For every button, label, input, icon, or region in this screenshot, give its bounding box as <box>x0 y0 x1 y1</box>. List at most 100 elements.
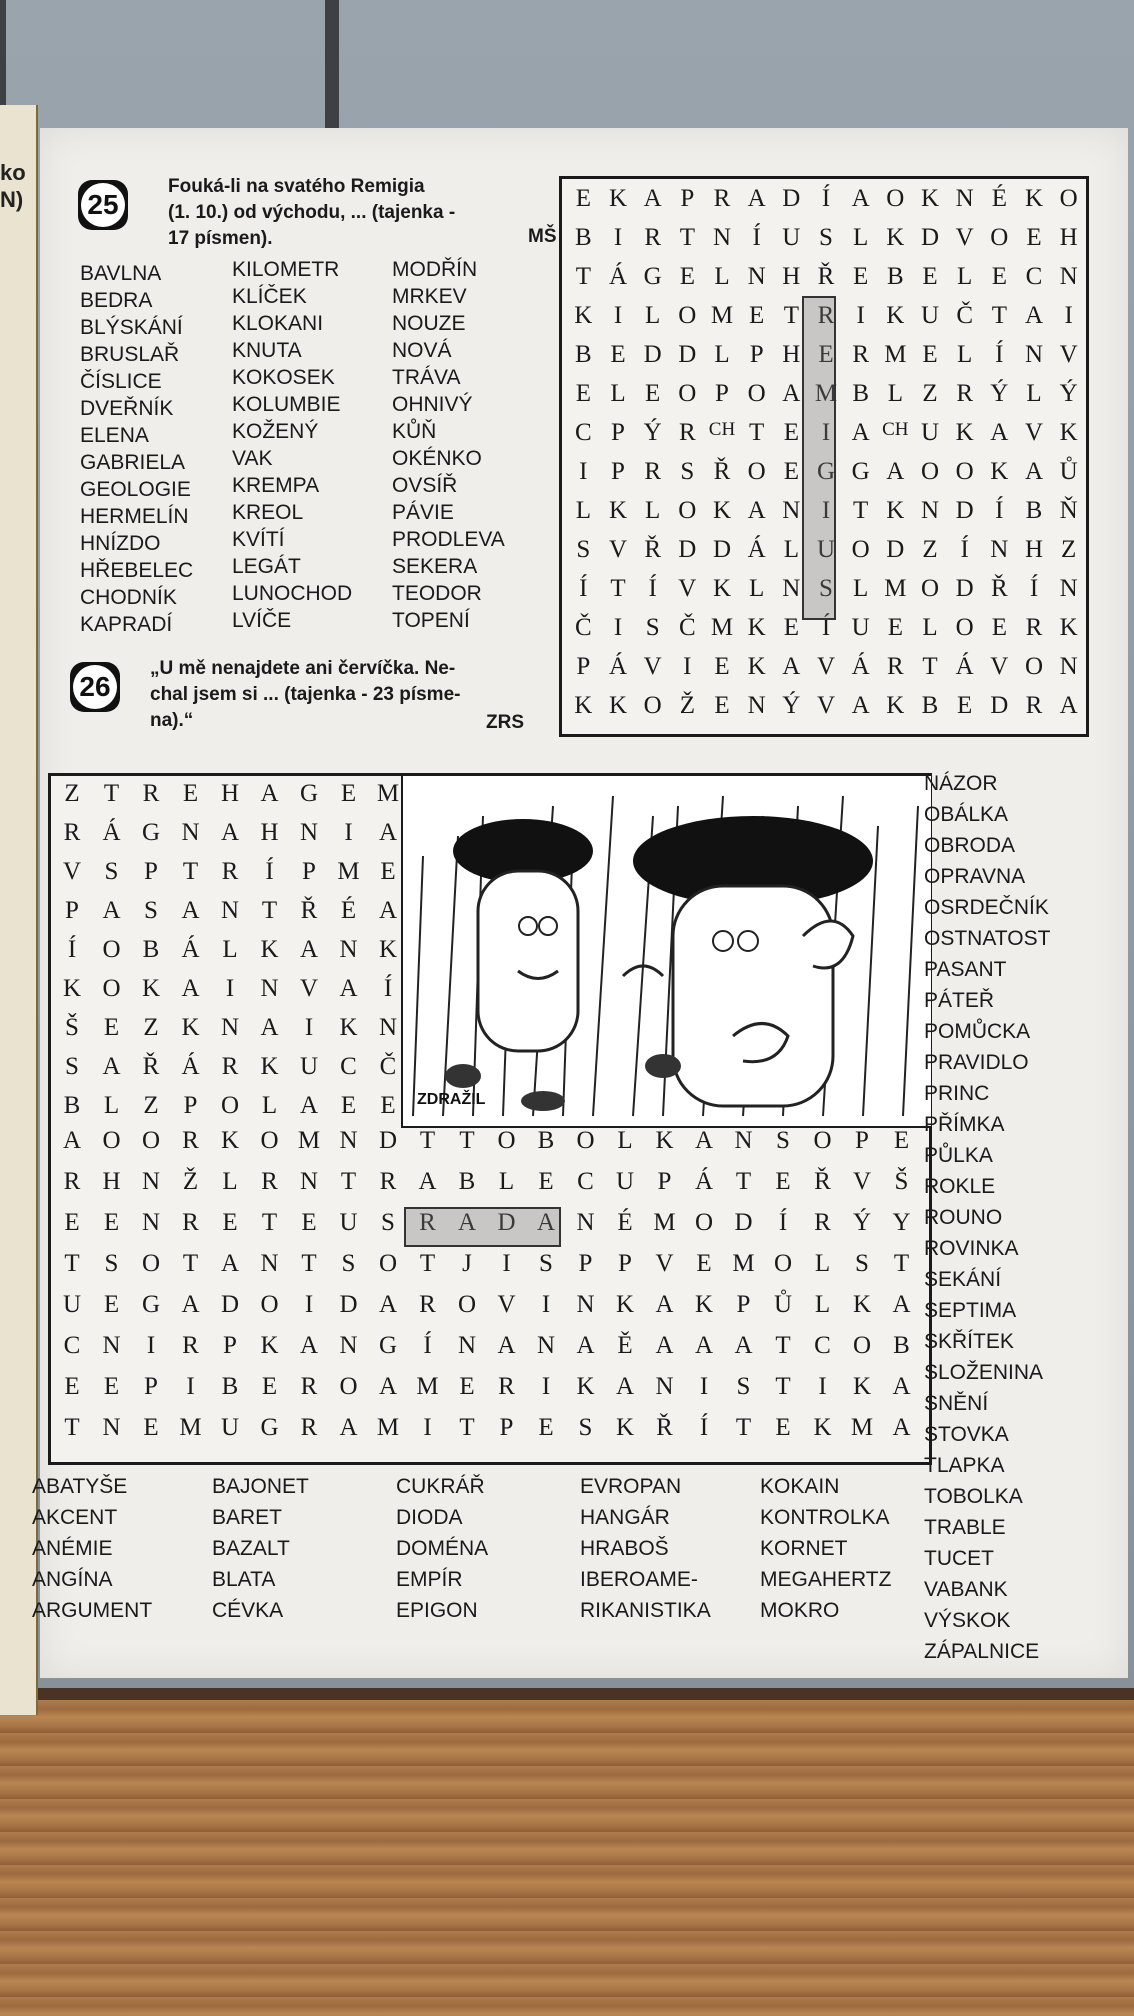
grid-letter: K <box>378 936 398 963</box>
word-list-item: MOKRO <box>760 1599 840 1622</box>
grid-letter: A <box>694 1332 714 1359</box>
grid-letter: N <box>299 1168 319 1195</box>
grid-letter: I <box>304 1014 314 1041</box>
grid-letter: P <box>144 1373 158 1400</box>
grid-letter: Ř <box>300 897 318 924</box>
grid-letter: D <box>678 536 697 563</box>
grid-letter: O <box>678 497 697 524</box>
word-list-item: ANÉMIE <box>32 1537 113 1560</box>
grid-letter: E <box>380 1092 396 1119</box>
word-list-item: OKÉNKO <box>392 447 482 470</box>
grid-letter: U <box>782 224 801 251</box>
grid-letter: O <box>886 185 905 212</box>
grid-letter: L <box>222 936 238 963</box>
grid-letter: T <box>575 263 591 290</box>
grid-letter: L <box>853 224 869 251</box>
grid-letter: Í <box>995 341 1004 368</box>
left-page-text: N) <box>0 187 24 212</box>
word-list-item: RIKANISTIKA <box>580 1599 711 1622</box>
grid-letter: Z <box>922 536 938 563</box>
word-list-item: ČÍSLICE <box>80 370 162 393</box>
grid-letter: Ý <box>852 1209 872 1236</box>
grid-letter: S <box>65 1053 79 1080</box>
grid-letter: T <box>735 1414 752 1441</box>
word-list-item: EMPÍR <box>396 1568 463 1591</box>
word-list-item: STOVKA <box>924 1423 1009 1446</box>
grid-letter: A <box>497 1332 516 1359</box>
word-list-item: PÁTEŘ <box>924 989 995 1012</box>
grid-letter: U <box>615 1168 635 1195</box>
grid-letter: V <box>655 1250 674 1277</box>
illustration-signature: ZDRAŽIL <box>417 1091 486 1108</box>
grid-letter: N <box>712 224 732 251</box>
grid-letter: I <box>423 1414 432 1441</box>
grid-letter: Y <box>892 1209 911 1236</box>
word-list-item: NÁZOR <box>924 772 998 795</box>
grid-letter: V <box>643 653 662 680</box>
grid-letter: A <box>734 1332 753 1359</box>
grid-letter: P <box>749 341 764 368</box>
grid-letter: N <box>102 1414 121 1441</box>
grid-letter: V <box>497 1291 516 1318</box>
word-list-item: LEGÁT <box>232 555 301 578</box>
grid-letter: I <box>579 458 588 485</box>
grid-letter: E <box>103 1373 120 1400</box>
grid-letter: Ý <box>782 692 801 719</box>
grid-letter: I <box>613 614 623 641</box>
grid-letter: K <box>1059 614 1078 641</box>
grid-letter: K <box>955 419 974 446</box>
grid-letter: N <box>141 1168 161 1195</box>
grid-letter: K <box>886 224 905 251</box>
grid-letter: C <box>574 419 592 446</box>
grid-letter: U <box>851 614 870 641</box>
word-list-item: EPIGON <box>396 1599 478 1622</box>
grid-letter: K <box>260 1053 279 1080</box>
word-list-item: NOVÁ <box>392 339 452 362</box>
grid-letter: K <box>608 185 628 212</box>
puzzle25-word-list: MODŘÍN MRKEV NOUZE NOVÁ TRÁVA OHNIVÝ KŮŇ OKÉNKO… <box>392 256 505 634</box>
grid-letter: P <box>578 1250 593 1277</box>
grid-letter: R <box>300 1373 318 1400</box>
grid-letter: Ř <box>644 536 661 563</box>
grid-letter: C <box>340 1053 357 1080</box>
word-list-item: OSRDEČNÍK <box>924 896 1049 919</box>
grid-letter: U <box>339 1209 358 1236</box>
word-list-item: ANGÍNA <box>32 1568 113 1591</box>
word-list-item: KVÍTÍ <box>232 528 285 551</box>
grid-letter: E <box>103 1291 120 1318</box>
grid-letter: A <box>181 1291 200 1318</box>
word-list-item: HERMELÍN <box>80 505 189 528</box>
word-list-item: VAK <box>232 447 273 470</box>
grid-letter: N <box>920 497 940 524</box>
grid-letter: N <box>457 1332 477 1359</box>
word-list-item: ABATYŠE <box>32 1475 128 1498</box>
grid-letter: R <box>1025 614 1043 641</box>
highlighted-word-box <box>802 296 836 620</box>
grid-letter: N <box>1059 263 1078 290</box>
grid-letter: P <box>657 1168 672 1195</box>
word-list-item: KAPRADÍ <box>80 613 173 636</box>
grid-letter: J <box>462 1250 472 1277</box>
grid-letter: CH <box>882 419 909 440</box>
grid-letter: E <box>775 1168 791 1195</box>
grid-letter: A <box>851 185 870 212</box>
grid-letter: O <box>747 458 766 485</box>
grid-letter: U <box>220 1414 240 1441</box>
grid-letter: L <box>575 497 591 524</box>
grid-letter: Í <box>1029 575 1039 602</box>
grid-letter: T <box>775 1332 791 1359</box>
grid-letter: H <box>782 263 801 290</box>
grid-letter: P <box>736 1291 751 1318</box>
grid-letter: O <box>1024 653 1044 680</box>
grid-letter: M <box>710 302 734 329</box>
word-list-item: SEKERA <box>392 555 478 578</box>
grid-letter: R <box>221 1053 239 1080</box>
grid-letter: N <box>955 185 974 212</box>
grid-letter: D <box>920 224 940 251</box>
puzzle-number-26: 26 <box>70 662 120 712</box>
grid-letter: N <box>1059 575 1078 602</box>
word-list-item: LUNOCHOD <box>232 582 353 605</box>
grid-letter: E <box>679 263 695 290</box>
grid-letter: P <box>611 458 625 485</box>
word-list-item: KONTROLKA <box>760 1506 890 1529</box>
